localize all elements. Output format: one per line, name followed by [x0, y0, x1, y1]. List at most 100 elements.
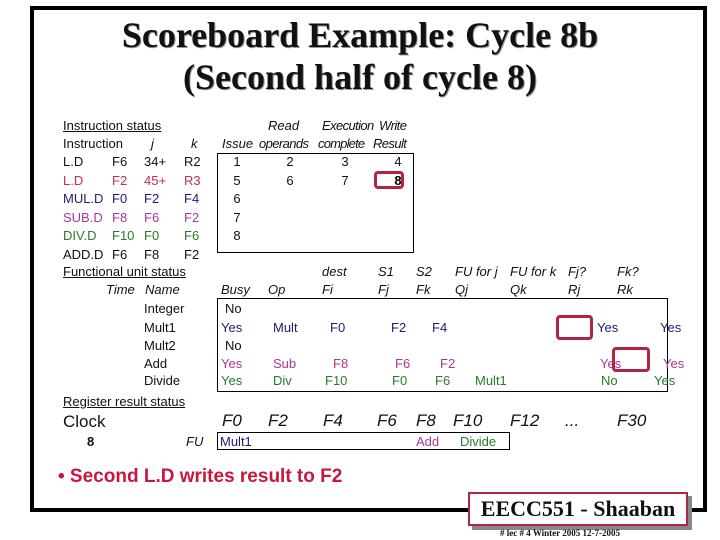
fu-fj-cell: F0: [392, 373, 408, 388]
register-name: ...: [565, 411, 580, 430]
fu-busy-cell: Yes: [221, 356, 243, 371]
header-read-bottom: operands: [259, 136, 309, 151]
inst-k-cell: F2: [184, 209, 200, 225]
inst-j-cell: F8: [144, 246, 160, 262]
inst-read-cell: 2: [286, 154, 294, 169]
inst-issue-cell: 8: [233, 228, 241, 243]
fu-op-cell: Div: [273, 373, 292, 388]
register-name: F8: [416, 411, 436, 430]
inst-j-cell: F6: [144, 209, 160, 225]
inst-issue-cell: 5: [233, 172, 241, 188]
header-rk-top: Fk?: [617, 264, 639, 279]
highlight-rk-add: [612, 347, 650, 372]
header-s1-bottom: Fj: [378, 282, 389, 297]
inst-exec-cell: 3: [341, 154, 349, 169]
header-busy: Busy: [221, 282, 250, 297]
inst-exec-cell: 7: [341, 172, 349, 188]
header-exec-top: Execution: [322, 118, 374, 133]
inst-op-cell: ADD.D: [63, 246, 104, 262]
fu-label: FU: [186, 434, 204, 449]
highlight-rj-mult1: [556, 315, 593, 340]
inst-k-cell: R2: [184, 154, 201, 169]
header-exec-bottom: complete: [318, 136, 365, 151]
header-issue: Issue: [222, 136, 254, 151]
fu-op-cell: Sub: [273, 356, 297, 371]
fu-rj-cell: No: [601, 373, 618, 388]
inst-k-cell: F4: [184, 191, 200, 206]
inst-k-cell: R3: [184, 172, 201, 188]
slide-title-line2: (Second half of cycle 8): [183, 57, 537, 97]
bullet-note: • Second L.D writes result to F2: [58, 466, 343, 487]
header-dest-bottom: Fi: [322, 282, 333, 297]
register-fu-value: Add: [416, 434, 440, 449]
inst-dest-cell: F6: [112, 154, 128, 169]
course-logo: EECC551 - Shaaban: [468, 492, 688, 526]
inst-dest-cell: F2: [112, 172, 128, 188]
fu-fk-cell: F4: [432, 320, 448, 335]
fu-name-cell: Divide: [144, 373, 181, 388]
fu-fj-cell: F2: [391, 320, 407, 335]
register-name: F6: [377, 411, 397, 430]
fu-rk-cell: Yes: [663, 356, 685, 371]
inst-op-cell: DIV.D: [63, 228, 97, 243]
footer-text: # lec # 4 Winter 2005 12-7-2005: [500, 528, 620, 538]
register-name: F12: [510, 411, 540, 430]
fu-fk-cell: F6: [435, 373, 451, 388]
clock-value: 8: [87, 434, 95, 449]
highlight-write-result-ld2: [374, 171, 404, 189]
fu-name-cell: Integer: [144, 301, 185, 316]
fu-busy-cell: Yes: [221, 373, 243, 388]
inst-j-cell: F2: [144, 191, 160, 206]
inst-j-cell: F0: [144, 228, 160, 243]
header-write-bottom: Result: [373, 136, 407, 151]
header-op: Op: [268, 282, 286, 297]
header-s2-bottom: Fk: [416, 282, 431, 297]
inst-dest-cell: F8: [112, 209, 128, 225]
header-fuj-top: FU for j: [455, 264, 498, 279]
fu-name-cell: Mult1: [144, 320, 176, 335]
header-s2-top: S2: [416, 264, 432, 279]
header-j: j: [151, 136, 154, 151]
inst-op-cell: SUB.D: [63, 209, 103, 225]
fu-fi-cell: F8: [333, 356, 349, 371]
fu-name-cell: Add: [144, 356, 168, 371]
inst-k-cell: F2: [184, 246, 200, 262]
header-name: Name: [145, 282, 180, 297]
header-s1-top: S1: [378, 264, 394, 279]
header-rk-bottom: Rk: [617, 282, 633, 297]
register-name: F4: [323, 411, 343, 430]
fu-busy-cell: Yes: [221, 320, 243, 335]
header-rj-bottom: Rj: [568, 282, 581, 297]
inst-issue-cell: 1: [233, 154, 241, 169]
inst-op-cell: L.D: [63, 154, 84, 169]
header-write-top: Write: [379, 118, 407, 133]
fu-fi-cell: F0: [330, 320, 346, 335]
fu-rj-cell: Yes: [597, 320, 619, 335]
fu-name-cell: Mult2: [144, 338, 176, 353]
instruction-status-label: Instruction status: [63, 118, 162, 133]
fu-qj-cell: Mult1: [475, 373, 507, 388]
header-fuj-bottom: Qj: [455, 282, 468, 297]
header-time: Time: [106, 282, 135, 297]
inst-op-cell: MUL.D: [63, 191, 104, 206]
fu-fj-cell: F6: [395, 356, 411, 371]
fu-fi-cell: F10: [325, 373, 348, 388]
functional-unit-status-label: Functional unit status: [63, 264, 186, 279]
inst-issue-cell: 6: [233, 191, 241, 206]
fu-rk-cell: Yes: [654, 373, 676, 388]
fu-busy-cell: No: [225, 338, 242, 353]
register-name: F0: [222, 411, 242, 430]
inst-j-cell: 34+: [144, 154, 167, 169]
header-dest-top: dest: [322, 264, 347, 279]
inst-dest-cell: F10: [112, 228, 135, 243]
fu-rk-cell: Yes: [660, 320, 682, 335]
header-fuk-top: FU for k: [510, 264, 557, 279]
register-name: F30: [617, 411, 647, 430]
inst-j-cell: 45+: [144, 172, 167, 188]
inst-dest-cell: F6: [112, 246, 128, 262]
slide-title-line1: Scoreboard Example: Cycle 8b: [121, 15, 599, 55]
fu-fk-cell: F2: [440, 356, 456, 371]
header-fuk-bottom: Qk: [510, 282, 527, 297]
register-name: F10: [453, 411, 483, 430]
header-read-top: Read: [268, 118, 300, 133]
